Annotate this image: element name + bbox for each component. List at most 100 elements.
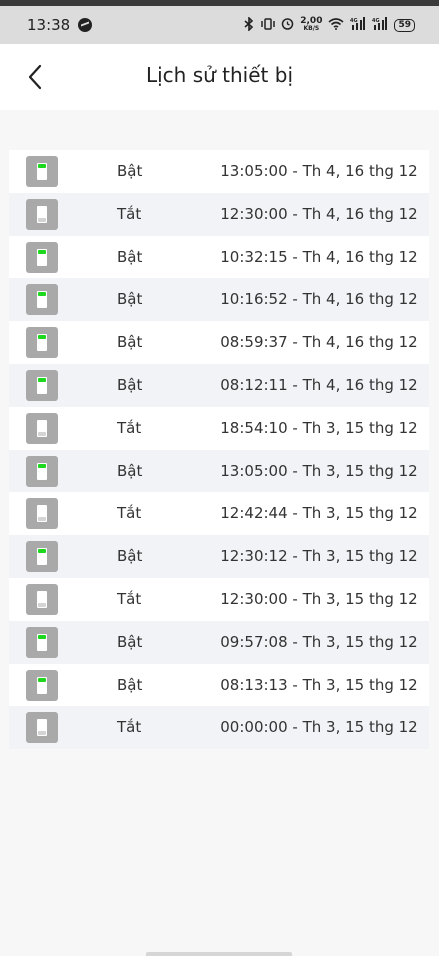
switch-on-icon — [26, 455, 58, 487]
history-row: Bật 08:12:11 - Th 4, 16 thg 12 — [9, 363, 429, 407]
page-title: Lịch sử thiết bị — [145, 63, 293, 87]
history-timestamp: 08:13:13 - Th 3, 15 thg 12 — [220, 675, 418, 694]
switch-on-icon — [26, 156, 58, 187]
switch-on-icon — [26, 626, 58, 658]
history-timestamp: 12:30:00 - Th 4, 16 thg 12 — [220, 204, 418, 223]
switch-plate — [37, 419, 47, 437]
switch-led — [38, 249, 46, 254]
switch-on-icon — [26, 241, 58, 273]
net-speed-indicator: 2,00 KB/S — [300, 17, 322, 33]
status-left: 13:38 — [27, 16, 93, 34]
history-row: Bật 09:57:08 - Th 3, 15 thg 12 — [9, 620, 429, 664]
battery-indicator: 59 — [394, 18, 415, 32]
switch-plate — [37, 163, 47, 180]
switch-off-icon — [26, 198, 58, 230]
history-state: Bật — [117, 547, 143, 566]
history-timestamp: 18:54:10 - Th 3, 15 thg 12 — [220, 418, 418, 437]
history-timestamp: 00:00:00 - Th 3, 15 thg 12 — [220, 718, 418, 737]
switch-on-icon — [26, 284, 58, 316]
switch-off-icon — [26, 498, 58, 530]
history-timestamp: 12:30:12 - Th 3, 15 thg 12 — [220, 547, 418, 566]
net-speed-unit: KB/S — [303, 25, 320, 32]
switch-plate — [37, 633, 47, 651]
switch-plate — [37, 205, 47, 223]
bluetooth-icon — [243, 15, 255, 34]
switch-led — [38, 217, 46, 222]
vibrate-icon — [261, 17, 275, 33]
history-state: Bật — [117, 290, 143, 309]
switch-plate — [37, 334, 47, 352]
history-state: Bật — [117, 461, 143, 480]
switch-led — [38, 549, 46, 554]
switch-plate — [37, 462, 47, 480]
history-state: Tắt — [117, 204, 142, 223]
history-row: Tắt 12:30:00 - Th 3, 15 thg 12 — [9, 577, 429, 621]
status-bar: 13:38 2,00 KB/S 4G 4G 59 — [0, 6, 439, 44]
switch-off-icon — [26, 583, 58, 615]
history-row: Tắt 12:30:00 - Th 4, 16 thg 12 — [9, 192, 429, 236]
status-right: 2,00 KB/S 4G 4G 59 — [243, 15, 415, 34]
history-state: Bật — [117, 247, 143, 266]
history-row: Tắt 12:42:44 - Th 3, 15 thg 12 — [9, 492, 429, 536]
history-row: Bật 10:16:52 - Th 4, 16 thg 12 — [9, 278, 429, 322]
history-row: Bật 13:05:00 - Th 4, 16 thg 12 — [9, 150, 429, 193]
history-state: Bật — [117, 375, 143, 394]
switch-led — [38, 463, 46, 468]
history-timestamp: 13:05:00 - Th 3, 15 thg 12 — [220, 461, 418, 480]
switch-off-icon — [26, 712, 58, 744]
switch-plate — [37, 248, 47, 266]
switch-on-icon — [26, 669, 58, 701]
history-timestamp: 08:59:37 - Th 4, 16 thg 12 — [220, 333, 418, 352]
alarm-icon — [281, 17, 294, 33]
cell-signal-icon-1: 4G — [350, 17, 366, 33]
switch-led — [38, 731, 46, 736]
switch-plate — [37, 676, 47, 694]
history-timestamp: 13:05:00 - Th 4, 16 thg 12 — [220, 162, 418, 180]
history-state: Tắt — [117, 589, 142, 608]
switch-plate — [37, 376, 47, 394]
history-timestamp: 08:12:11 - Th 4, 16 thg 12 — [220, 375, 418, 394]
history-timestamp: 10:16:52 - Th 4, 16 thg 12 — [220, 290, 418, 309]
switch-led — [38, 335, 46, 340]
switch-plate — [37, 505, 47, 523]
history-state: Bật — [117, 162, 143, 180]
history-row: Tắt 00:00:00 - Th 3, 15 thg 12 — [9, 706, 429, 750]
history-state: Bật — [117, 333, 143, 352]
switch-led — [38, 377, 46, 382]
battery-level: 59 — [398, 19, 411, 30]
history-row: Bật 10:32:15 - Th 4, 16 thg 12 — [9, 235, 429, 279]
switch-led — [38, 517, 46, 522]
switch-led — [38, 292, 46, 297]
switch-led — [38, 634, 46, 639]
history-timestamp: 10:32:15 - Th 4, 16 thg 12 — [220, 247, 418, 266]
history-state: Tắt — [117, 504, 142, 523]
history-row: Bật 12:30:12 - Th 3, 15 thg 12 — [9, 535, 429, 578]
app-header: Lịch sử thiết bị — [0, 44, 439, 110]
switch-plate — [37, 590, 47, 608]
switch-on-icon — [26, 541, 58, 573]
switch-plate — [37, 548, 47, 566]
switch-off-icon — [26, 412, 58, 444]
history-state: Tắt — [117, 418, 142, 437]
switch-plate — [37, 719, 47, 737]
switch-led — [38, 602, 46, 607]
history-row: Bật 13:05:00 - Th 3, 15 thg 12 — [9, 449, 429, 493]
cell-signal-icon-2: 4G — [372, 17, 388, 33]
home-indicator — [146, 952, 292, 956]
history-state: Bật — [117, 632, 143, 651]
messenger-icon — [78, 18, 93, 32]
switch-plate — [37, 291, 47, 309]
history-row: Bật 08:59:37 - Th 4, 16 thg 12 — [9, 321, 429, 364]
net-speed-value: 2,00 — [300, 16, 323, 26]
history-row: Bật 08:13:13 - Th 3, 15 thg 12 — [9, 663, 429, 707]
wifi-icon — [328, 17, 344, 33]
history-state: Tắt — [117, 718, 142, 737]
status-time: 13:38 — [27, 16, 71, 34]
switch-led — [38, 164, 46, 168]
history-timestamp: 12:30:00 - Th 3, 15 thg 12 — [220, 589, 418, 608]
history-timestamp: 12:42:44 - Th 3, 15 thg 12 — [220, 504, 418, 523]
switch-on-icon — [26, 327, 58, 359]
switch-led — [38, 431, 46, 436]
history-list: Bật 13:05:00 - Th 4, 16 thg 12 Tắt 12:30:00… — [9, 150, 429, 750]
history-row: Tắt 18:54:10 - Th 3, 15 thg 12 — [9, 406, 429, 450]
